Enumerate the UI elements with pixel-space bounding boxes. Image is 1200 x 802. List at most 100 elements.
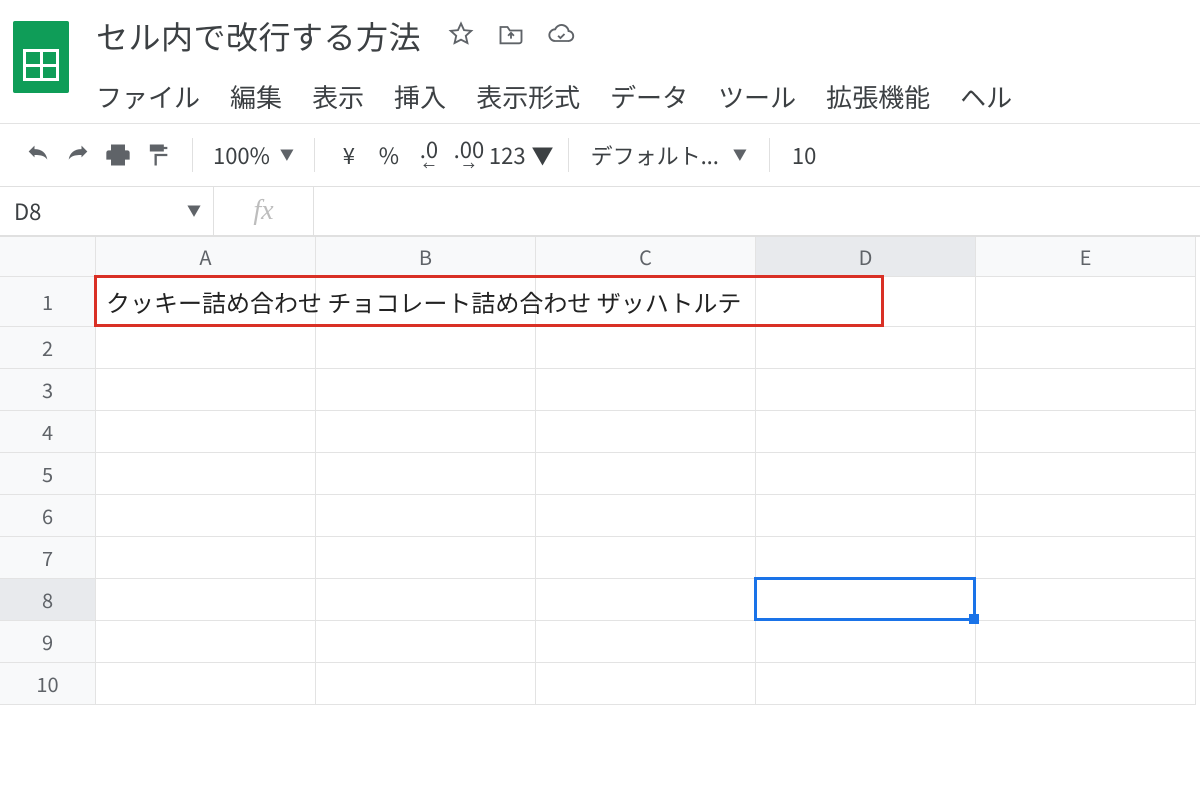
cloud-saved-icon[interactable] [547,20,575,53]
column-header-e[interactable]: E [976,237,1196,277]
cell-b9[interactable] [316,621,536,663]
cell-a4[interactable] [96,411,316,453]
chevron-down-icon: ▼ [280,145,294,165]
cell-c8[interactable] [536,579,756,621]
column-header-d[interactable]: D [756,237,976,277]
cell-a8[interactable] [96,579,316,621]
cell-a1[interactable]: クッキー詰め合わせ チョコレート詰め合わせ ザッハトルテ [96,277,316,327]
cell-e10[interactable] [976,663,1196,705]
cell-b8[interactable] [316,579,536,621]
cell-e9[interactable] [976,621,1196,663]
cell-e8[interactable] [976,579,1196,621]
format-percent-button[interactable]: % [369,135,409,175]
undo-button[interactable] [18,135,58,175]
cell-a7[interactable] [96,537,316,579]
name-box[interactable]: D8 ▼ [0,187,214,235]
formula-fx-label: fx [214,187,314,235]
cell-c3[interactable] [536,369,756,411]
cell-c4[interactable] [536,411,756,453]
document-title[interactable]: セル内で改行する方法 [96,13,421,59]
fill-handle[interactable] [969,614,979,624]
cell-b6[interactable] [316,495,536,537]
chevron-down-icon: ▼ [187,201,201,221]
cell-d10[interactable] [756,663,976,705]
menu-data[interactable]: データ [610,78,688,115]
cell-b2[interactable] [316,327,536,369]
row-header-8[interactable]: 8 [0,579,96,621]
row-header-6[interactable]: 6 [0,495,96,537]
menu-help[interactable]: ヘル [960,78,1012,115]
cell-d4[interactable] [756,411,976,453]
cell-e5[interactable] [976,453,1196,495]
cell-a9[interactable] [96,621,316,663]
cell-a10[interactable] [96,663,316,705]
cell-b10[interactable] [316,663,536,705]
cell-d3[interactable] [756,369,976,411]
decrease-decimal-button[interactable]: .0← [409,135,449,175]
cell-d1[interactable] [756,277,976,327]
cell-c5[interactable] [536,453,756,495]
chevron-down-icon: ▼ [733,145,747,165]
move-to-drive-icon[interactable] [497,20,525,53]
active-cell-outline [754,577,976,621]
cell-c9[interactable] [536,621,756,663]
zoom-selector[interactable]: 100% ▼ [207,139,300,171]
cell-e4[interactable] [976,411,1196,453]
menu-file[interactable]: ファイル [96,78,200,115]
row-header-10[interactable]: 10 [0,663,96,705]
menu-view[interactable]: 表示 [312,78,364,115]
column-header-a[interactable]: A [96,237,316,277]
select-all-corner[interactable] [0,237,96,277]
row-header-7[interactable]: 7 [0,537,96,579]
cell-b4[interactable] [316,411,536,453]
menu-format[interactable]: 表示形式 [476,78,580,115]
name-box-value: D8 [14,195,41,227]
font-selector[interactable]: デフォルト... ▼ [583,139,755,171]
column-header-c[interactable]: C [536,237,756,277]
cell-a6[interactable] [96,495,316,537]
paint-format-button[interactable] [138,135,178,175]
cell-d7[interactable] [756,537,976,579]
row-header-1[interactable]: 1 [0,277,96,327]
cell-d5[interactable] [756,453,976,495]
increase-decimal-button[interactable]: .00→ [449,135,489,175]
cell-e1[interactable] [976,277,1196,327]
menu-insert[interactable]: 挿入 [394,78,446,115]
print-button[interactable] [98,135,138,175]
format-currency-button[interactable]: ¥ [329,135,369,175]
redo-button[interactable] [58,135,98,175]
cell-a3[interactable] [96,369,316,411]
star-icon[interactable] [447,20,475,53]
cell-a1-content: クッキー詰め合わせ チョコレート詰め合わせ ザッハトルテ [106,277,741,326]
row-header-4[interactable]: 4 [0,411,96,453]
column-header-b[interactable]: B [316,237,536,277]
cell-e2[interactable] [976,327,1196,369]
menu-tools[interactable]: ツール [718,78,796,115]
cell-d6[interactable] [756,495,976,537]
cell-c6[interactable] [536,495,756,537]
row-header-5[interactable]: 5 [0,453,96,495]
cell-d9[interactable] [756,621,976,663]
cell-b7[interactable] [316,537,536,579]
cell-e3[interactable] [976,369,1196,411]
menu-edit[interactable]: 編集 [230,78,282,115]
menu-extensions[interactable]: 拡張機能 [826,78,930,115]
cell-b5[interactable] [316,453,536,495]
font-size-selector[interactable]: 10 [784,139,836,171]
cell-b3[interactable] [316,369,536,411]
app-logo[interactable] [6,12,76,102]
cell-c7[interactable] [536,537,756,579]
cell-d2[interactable] [756,327,976,369]
cell-e6[interactable] [976,495,1196,537]
row-header-3[interactable]: 3 [0,369,96,411]
cell-e7[interactable] [976,537,1196,579]
font-size-value: 10 [792,139,816,171]
cell-c2[interactable] [536,327,756,369]
row-header-9[interactable]: 9 [0,621,96,663]
more-formats-button[interactable]: 123▼ [489,135,554,175]
cell-a5[interactable] [96,453,316,495]
font-name: デフォルト... [591,139,719,171]
cell-a2[interactable] [96,327,316,369]
row-header-2[interactable]: 2 [0,327,96,369]
cell-c10[interactable] [536,663,756,705]
